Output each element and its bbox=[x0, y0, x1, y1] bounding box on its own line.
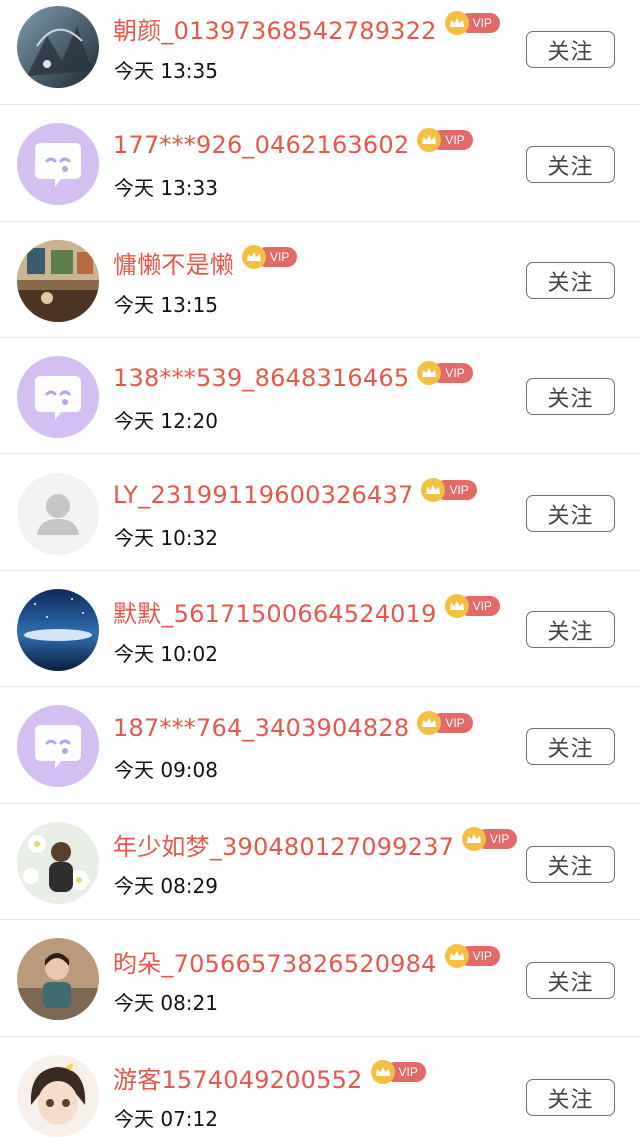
timestamp: 今天 08:29 bbox=[114, 874, 218, 898]
timestamp: 今天 08:21 bbox=[114, 991, 218, 1015]
name-line: 朝颜_01397368542789322 VIP bbox=[113, 10, 500, 46]
list-item[interactable]: 177***926_0462163602 VIP 今天 13:33 关注 bbox=[0, 106, 640, 222]
chat-bubble-avatar-icon bbox=[17, 705, 99, 787]
follow-button[interactable]: 关注 bbox=[526, 146, 615, 183]
follow-button[interactable]: 关注 bbox=[526, 962, 615, 999]
user-name[interactable]: 游客1574049200552 bbox=[113, 1060, 363, 1095]
user-name[interactable]: 187***764_3403904828 bbox=[113, 714, 409, 742]
chat-bubble-avatar-icon bbox=[17, 356, 99, 438]
avatar[interactable] bbox=[17, 473, 99, 555]
night-sky-avatar-icon bbox=[17, 589, 99, 671]
follow-button[interactable]: 关注 bbox=[526, 1079, 615, 1116]
avatar[interactable] bbox=[17, 1055, 99, 1137]
vip-badge: VIP bbox=[421, 478, 477, 502]
follow-button[interactable]: 关注 bbox=[526, 846, 615, 883]
timestamp: 今天 13:33 bbox=[114, 176, 218, 200]
vip-badge: VIP bbox=[242, 245, 298, 269]
name-line: 默默_56171500664524019 VIP bbox=[113, 593, 500, 629]
name-line: 昀朵_70566573826520984 VIP bbox=[113, 943, 500, 979]
vip-badge: VIP bbox=[444, 944, 500, 968]
avatar[interactable] bbox=[17, 938, 99, 1020]
avatar[interactable] bbox=[17, 356, 99, 438]
timestamp: 今天 10:32 bbox=[114, 526, 218, 550]
timestamp: 今天 09:08 bbox=[114, 758, 218, 782]
user-name[interactable]: 默默_56171500664524019 bbox=[113, 594, 437, 629]
user-name[interactable]: 朝颜_01397368542789322 bbox=[113, 11, 437, 46]
user-name[interactable]: 昀朵_70566573826520984 bbox=[113, 944, 437, 979]
user-name[interactable]: 慵懒不是懒 bbox=[113, 245, 234, 280]
name-line: 187***764_3403904828 VIP bbox=[113, 710, 473, 746]
avatar[interactable] bbox=[17, 123, 99, 205]
name-line: 年少如梦_390480127099237 VIP bbox=[113, 826, 518, 862]
vip-badge: VIP bbox=[462, 827, 518, 851]
timestamp: 今天 13:35 bbox=[114, 59, 218, 83]
list-item[interactable]: 默默_56171500664524019 VIP 今天 10:02 关注 bbox=[0, 571, 640, 687]
chat-bubble-avatar-icon bbox=[17, 123, 99, 205]
girl-photo-avatar-icon bbox=[17, 938, 99, 1020]
follow-button[interactable]: 关注 bbox=[526, 611, 615, 648]
fantasy-art-avatar-icon bbox=[17, 6, 99, 88]
follow-button[interactable]: 关注 bbox=[526, 31, 615, 68]
crown-icon bbox=[444, 11, 469, 35]
list-item[interactable]: 年少如梦_390480127099237 VIP 今天 08:29 关注 bbox=[0, 804, 640, 920]
user-name[interactable]: 177***926_0462163602 bbox=[113, 131, 409, 159]
user-name[interactable]: 138***539_8648316465 bbox=[113, 364, 409, 392]
avatar[interactable] bbox=[17, 589, 99, 671]
follow-button[interactable]: 关注 bbox=[526, 378, 615, 415]
vip-badge: VIP bbox=[417, 711, 473, 735]
crown-icon bbox=[370, 1060, 395, 1084]
list-item[interactable]: 慵懒不是懒 VIP 今天 13:15 关注 bbox=[0, 222, 640, 338]
user-name[interactable]: 年少如梦_390480127099237 bbox=[113, 827, 454, 862]
timestamp: 今天 07:12 bbox=[114, 1107, 218, 1131]
follow-button[interactable]: 关注 bbox=[526, 495, 615, 532]
follow-button[interactable]: 关注 bbox=[526, 728, 615, 765]
vip-badge: VIP bbox=[370, 1060, 426, 1084]
list-item[interactable]: 138***539_8648316465 VIP 今天 12:20 关注 bbox=[0, 338, 640, 454]
timestamp: 今天 12:20 bbox=[114, 409, 218, 433]
room-photo-avatar-icon bbox=[17, 240, 99, 322]
name-line: LY_23199119600326437 VIP bbox=[113, 477, 477, 513]
crown-icon bbox=[462, 827, 487, 851]
flowers-person-avatar-icon bbox=[17, 822, 99, 904]
list-item[interactable]: 游客1574049200552 VIP 今天 07:12 关注 bbox=[0, 1037, 640, 1146]
vip-badge: VIP bbox=[444, 11, 500, 35]
timestamp: 今天 13:15 bbox=[114, 293, 218, 317]
crown-icon bbox=[444, 594, 469, 618]
list-item[interactable]: LY_23199119600326437 VIP 今天 10:32 关注 bbox=[0, 455, 640, 571]
avatar[interactable] bbox=[17, 240, 99, 322]
vip-badge: VIP bbox=[417, 128, 473, 152]
user-name[interactable]: LY_23199119600326437 bbox=[113, 481, 413, 509]
list-item[interactable]: 187***764_3403904828 VIP 今天 09:08 关注 bbox=[0, 688, 640, 804]
name-line: 177***926_0462163602 VIP bbox=[113, 127, 473, 163]
timestamp: 今天 10:02 bbox=[114, 642, 218, 666]
avatar[interactable] bbox=[17, 705, 99, 787]
avatar[interactable] bbox=[17, 822, 99, 904]
anime-girl-avatar-icon bbox=[17, 1055, 99, 1137]
follower-list: 朝颜_01397368542789322 VIP 今天 13:35 关注 177… bbox=[0, 0, 640, 1146]
crown-icon bbox=[242, 245, 266, 269]
vip-badge: VIP bbox=[444, 594, 500, 618]
avatar[interactable] bbox=[17, 6, 99, 88]
vip-badge: VIP bbox=[417, 361, 473, 385]
crown-icon bbox=[444, 944, 469, 968]
list-item[interactable]: 昀朵_70566573826520984 VIP 今天 08:21 关注 bbox=[0, 921, 640, 1037]
default-person-avatar-icon bbox=[17, 473, 99, 555]
name-line: 游客1574049200552 VIP bbox=[113, 1059, 426, 1095]
name-line: 138***539_8648316465 VIP bbox=[113, 360, 473, 396]
follow-button[interactable]: 关注 bbox=[526, 262, 615, 299]
list-item[interactable]: 朝颜_01397368542789322 VIP 今天 13:35 关注 bbox=[0, 0, 640, 105]
name-line: 慵懒不是懒 VIP bbox=[113, 244, 298, 280]
